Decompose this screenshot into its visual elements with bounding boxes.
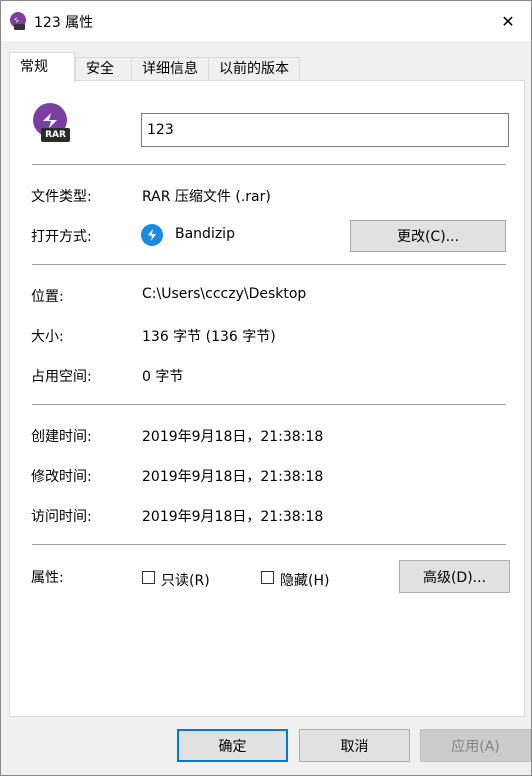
separator <box>32 404 506 405</box>
created-label: 创建时间: <box>31 429 92 445</box>
change-button[interactable]: 更改(C)... <box>350 220 506 252</box>
location-value: C:\Users\ccczy\Desktop <box>142 286 307 302</box>
general-panel: RAR 文件类型: RAR 压缩文件 (.rar) 打开方式: Bandizip… <box>9 80 525 717</box>
separator <box>32 544 506 545</box>
location-label: 位置: <box>31 289 64 305</box>
tab-previous-versions[interactable]: 以前的版本 <box>208 57 300 81</box>
opens-with-label: 打开方式: <box>31 229 92 245</box>
separator <box>32 264 506 265</box>
ok-button[interactable]: 确定 <box>177 729 288 762</box>
opens-with-app: Bandizip <box>175 226 235 242</box>
separator <box>32 164 506 165</box>
hidden-checkbox[interactable] <box>261 571 274 584</box>
title-bar: 123 属性 ✕ <box>1 1 531 41</box>
tab-security[interactable]: 安全 <box>75 57 132 81</box>
modified-label: 修改时间: <box>31 469 92 485</box>
attributes-label: 属性: <box>31 570 64 586</box>
readonly-label[interactable]: 只读(R) <box>161 570 210 590</box>
size-value: 136 字节 (136 字节) <box>142 329 276 345</box>
accessed-label: 访问时间: <box>31 509 92 525</box>
advanced-button[interactable]: 高级(D)... <box>399 560 510 593</box>
apply-button[interactable]: 应用(A) <box>420 729 531 762</box>
file-type-icon: RAR <box>31 103 71 143</box>
window-title: 123 属性 <box>34 15 94 31</box>
close-button[interactable]: ✕ <box>485 1 531 41</box>
size-on-disk-value: 0 字节 <box>142 369 184 385</box>
properties-dialog: 123 属性 ✕ 常规 安全 详细信息 以前的版本 RAR 文件类型: RAR … <box>0 0 532 776</box>
accessed-value: 2019年9月18日，21:38:18 <box>142 509 324 525</box>
rar-badge-text: RAR <box>45 130 66 140</box>
created-value: 2019年9月18日，21:38:18 <box>142 429 324 445</box>
bandizip-icon <box>141 224 163 246</box>
file-name-input[interactable] <box>141 113 509 147</box>
file-type-label: 文件类型: <box>31 189 92 205</box>
cancel-button[interactable]: 取消 <box>299 729 410 762</box>
tab-general[interactable]: 常规 <box>9 52 75 82</box>
file-type-value: RAR 压缩文件 (.rar) <box>142 189 271 205</box>
rar-file-icon <box>9 12 27 30</box>
size-label: 大小: <box>31 329 64 345</box>
hidden-label[interactable]: 隐藏(H) <box>280 570 329 590</box>
tab-details[interactable]: 详细信息 <box>131 57 209 81</box>
readonly-checkbox[interactable] <box>142 571 155 584</box>
close-icon: ✕ <box>501 11 515 31</box>
size-on-disk-label: 占用空间: <box>31 369 92 385</box>
modified-value: 2019年9月18日，21:38:18 <box>142 469 324 485</box>
